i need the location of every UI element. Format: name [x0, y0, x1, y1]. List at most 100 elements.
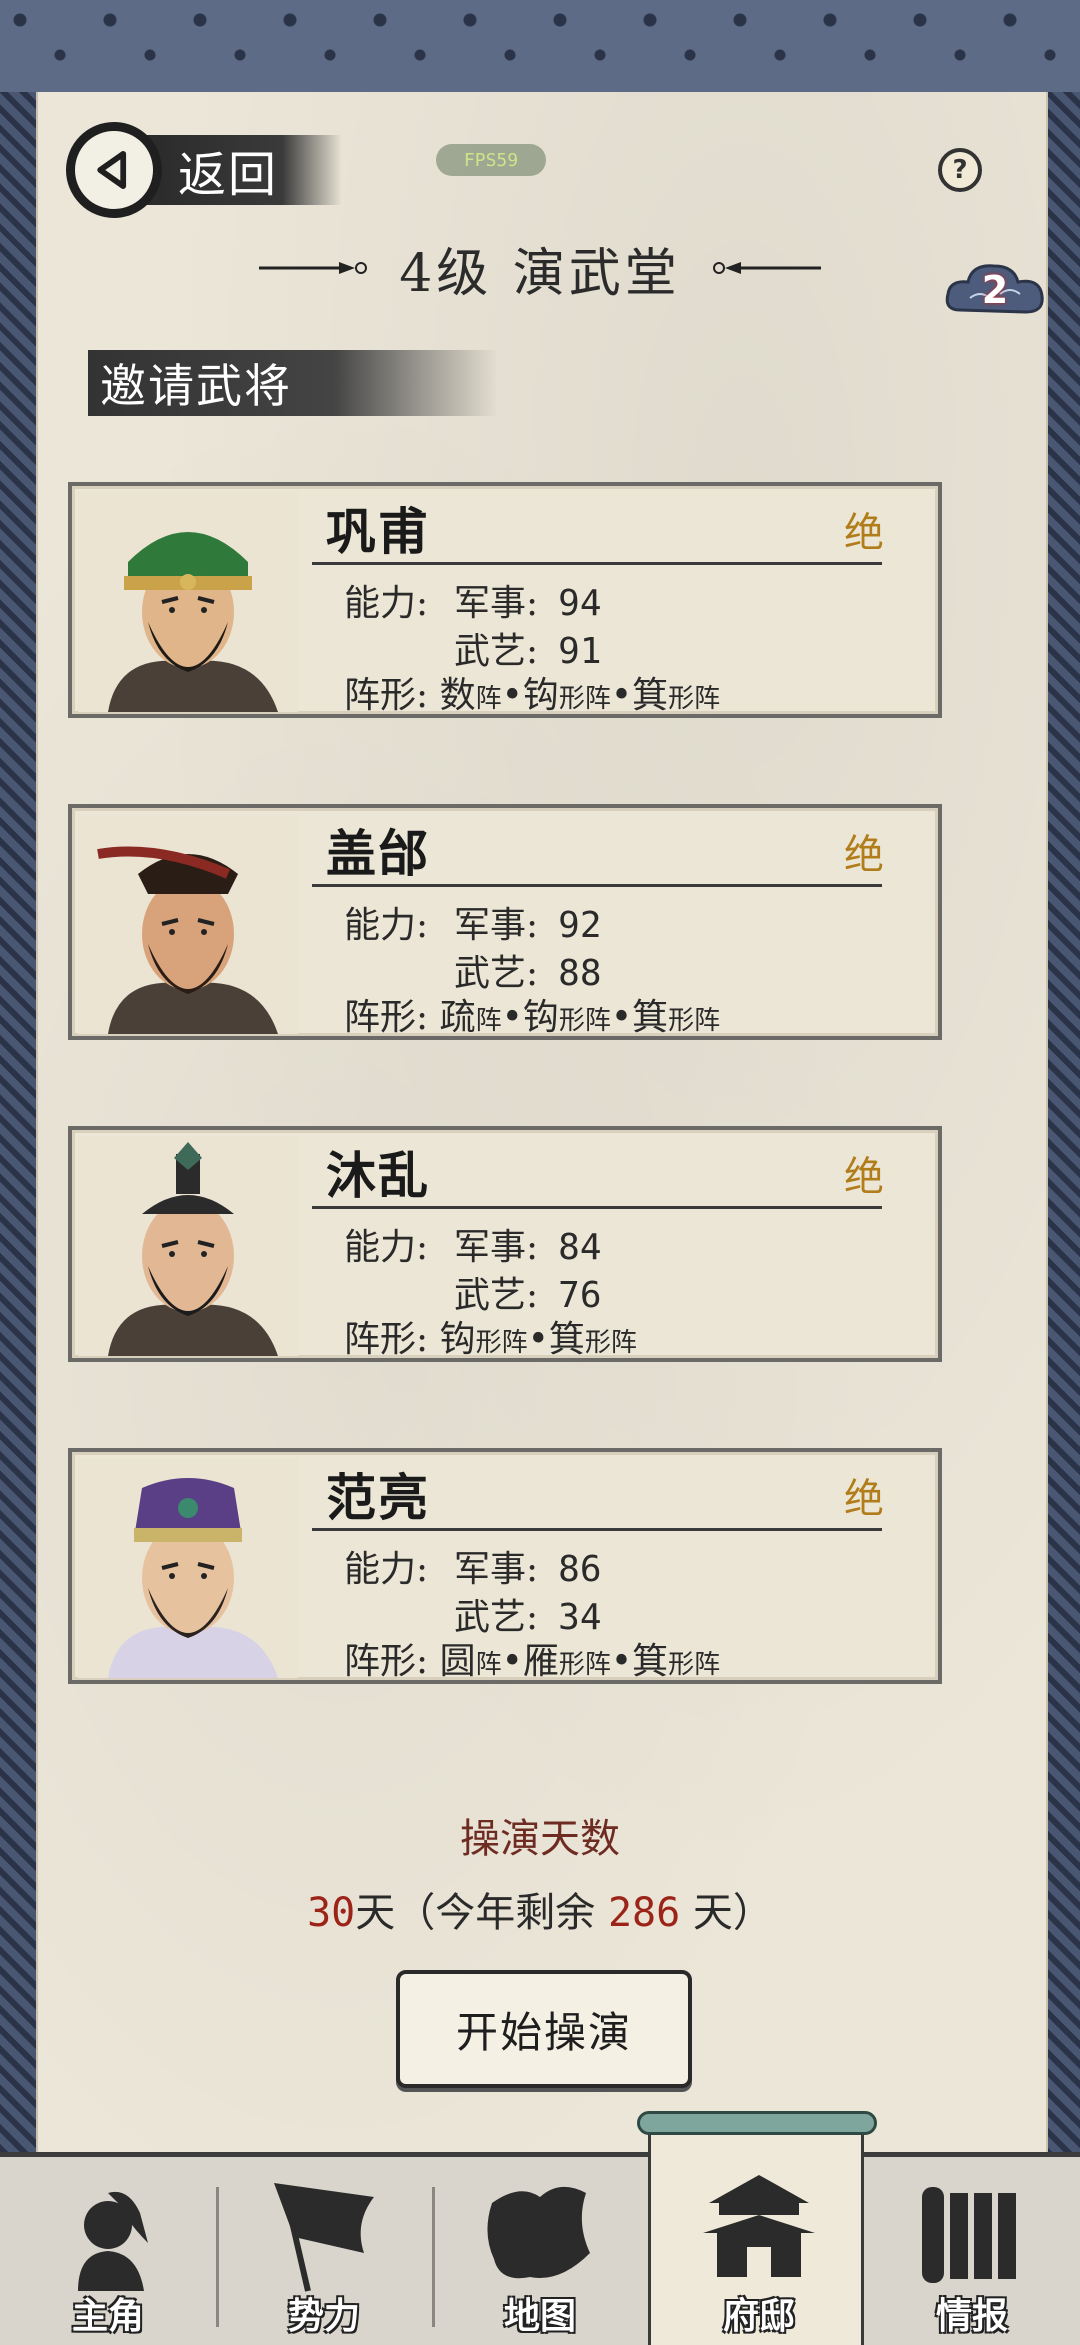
formation-suffix: 形阵 — [668, 684, 721, 714]
formation-main: 疏 — [439, 997, 476, 1038]
card-divider — [312, 884, 882, 887]
military-value: 92 — [558, 905, 602, 946]
general-card[interactable]: 沐乱 绝 能力: 军事: 84 武艺: 76 阵形: 钩形阵•箕形阵 — [68, 1126, 942, 1362]
card-divider — [312, 1528, 882, 1531]
formation-separator: • — [527, 1319, 549, 1360]
formation-separator: • — [501, 1641, 523, 1682]
military-stat: 军事: 86 — [454, 1540, 602, 1592]
military-label: 军事: — [454, 1227, 539, 1268]
card-divider — [312, 562, 882, 565]
general-name: 沐乱 — [326, 1146, 430, 1205]
military-label: 军事: — [454, 583, 539, 624]
formation-list: 阵形: 疏阵•钩形阵•箕形阵 — [344, 988, 721, 1038]
nav-item-label: 势力 — [287, 2295, 360, 2337]
general-portrait-image — [78, 814, 298, 1034]
formation-main: 钩 — [522, 997, 559, 1038]
formation-separator: • — [501, 997, 523, 1038]
formation-suffix: 形阵 — [668, 1006, 721, 1036]
formation-main: 圆 — [439, 1641, 476, 1682]
formation-label: 阵形: — [344, 675, 429, 716]
general-rank: 绝 — [844, 1476, 884, 1522]
ability-label: 能力: — [344, 583, 429, 624]
cloud-notification-badge[interactable]: 2 — [940, 250, 1050, 330]
formation-main: 箕 — [632, 675, 669, 716]
formation-suffix: 阵 — [475, 1006, 502, 1036]
formation-main: 箕 — [632, 1641, 669, 1682]
nav-item-label: 情报 — [935, 2295, 1008, 2337]
military-value: 84 — [558, 1227, 602, 1268]
page-title: 4级 演武堂 — [399, 243, 681, 304]
card-divider — [312, 1206, 882, 1209]
nav-item-character[interactable]: 主角 — [0, 2157, 216, 2345]
military-value: 94 — [558, 583, 602, 624]
general-portrait-image — [78, 1136, 298, 1356]
military-stat: 军事: 84 — [454, 1218, 602, 1270]
back-arrow-icon — [66, 122, 162, 218]
start-drill-button[interactable]: 开始操演 — [396, 1970, 692, 2088]
formation-separator: • — [610, 1641, 633, 1682]
page-title-row: 4级 演武堂 — [220, 228, 860, 308]
formation-suffix: 阵 — [475, 684, 502, 714]
formation-main: 箕 — [548, 1319, 585, 1360]
military-stat: 军事: 92 — [454, 896, 602, 948]
nav-item-faction[interactable]: 势力 — [216, 2157, 432, 2345]
formation-suffix: 形阵 — [558, 1006, 611, 1036]
general-name: 巩甫 — [326, 502, 430, 561]
formation-suffix: 形阵 — [558, 1650, 611, 1680]
formation-suffix: 形阵 — [475, 1328, 528, 1358]
military-value: 86 — [558, 1549, 602, 1590]
formation-list: 阵形: 数阵•钩形阵•箕形阵 — [344, 666, 721, 716]
active-tab-scroll-top — [637, 2111, 877, 2135]
ability-label: 能力: — [344, 1227, 429, 1268]
formation-separator: • — [501, 675, 523, 716]
help-icon[interactable]: ? — [938, 148, 982, 192]
general-name: 盖邰 — [326, 824, 430, 883]
drill-days-line: 30天（今年剩余 286 天） — [0, 1880, 1080, 1938]
military-label: 军事: — [454, 905, 539, 946]
remaining-days-value: 286 — [607, 1890, 681, 1936]
remaining-prefix: （今年剩余 — [395, 1890, 596, 1936]
formation-suffix: 阵 — [475, 1650, 502, 1680]
general-portrait-image — [78, 1458, 298, 1678]
military-label: 军事: — [454, 1549, 539, 1590]
section-title: 邀请武将 — [100, 359, 292, 413]
back-button[interactable]: 返回 — [66, 120, 366, 220]
formation-suffix: 形阵 — [558, 684, 611, 714]
general-portrait — [78, 492, 298, 712]
bottom-nav: 主角 势力 地图 府邸 情报 — [0, 2111, 1080, 2345]
ability-label: 能力: — [344, 1549, 429, 1590]
general-portrait — [78, 814, 298, 1034]
title-left-ornament — [259, 262, 368, 274]
title-right-ornament — [712, 262, 821, 274]
formation-label: 阵形: — [344, 997, 429, 1038]
general-card[interactable]: 盖邰 绝 能力: 军事: 92 武艺: 88 阵形: 疏阵•钩形阵•箕形阵 — [68, 804, 942, 1040]
general-rank: 绝 — [844, 510, 884, 556]
back-label-bg: 返回 — [142, 135, 342, 205]
formation-suffix: 形阵 — [584, 1328, 637, 1358]
remaining-suffix: 天） — [692, 1890, 773, 1936]
formation-label: 阵形: — [344, 1641, 429, 1682]
general-card[interactable]: 范亮 绝 能力: 军事: 86 武艺: 34 阵形: 圆阵•雁形阵•箕形阵 — [68, 1448, 942, 1684]
formation-main: 箕 — [632, 997, 669, 1038]
drill-days-unit: 天 — [355, 1890, 396, 1936]
nav-item-label: 府邸 — [722, 2295, 795, 2337]
formation-main: 钩 — [522, 675, 559, 716]
ability-label: 能力: — [344, 905, 429, 946]
formation-main: 雁 — [522, 1641, 559, 1682]
formation-suffix: 形阵 — [668, 1650, 721, 1680]
fps-badge: FPS59 — [436, 144, 546, 176]
nav-item-label: 地图 — [503, 2295, 576, 2337]
general-name: 范亮 — [326, 1468, 430, 1527]
general-portrait — [78, 1458, 298, 1678]
general-portrait-image — [78, 492, 298, 712]
formation-list: 阵形: 圆阵•雁形阵•箕形阵 — [344, 1632, 721, 1682]
general-card[interactable]: 巩甫 绝 能力: 军事: 94 武艺: 91 阵形: 数阵•钩形阵•箕形阵 — [68, 482, 942, 718]
general-portrait — [78, 1136, 298, 1356]
general-rank: 绝 — [844, 1154, 884, 1200]
nav-item-map[interactable]: 地图 — [432, 2157, 648, 2345]
drill-days-label: 操演天数 — [460, 1816, 620, 1862]
formation-label: 阵形: — [344, 1319, 429, 1360]
nav-item-intel[interactable]: 情报 — [864, 2157, 1080, 2345]
nav-item-mansion[interactable]: 府邸 — [637, 2111, 877, 2345]
formation-list: 阵形: 钩形阵•箕形阵 — [344, 1310, 637, 1360]
